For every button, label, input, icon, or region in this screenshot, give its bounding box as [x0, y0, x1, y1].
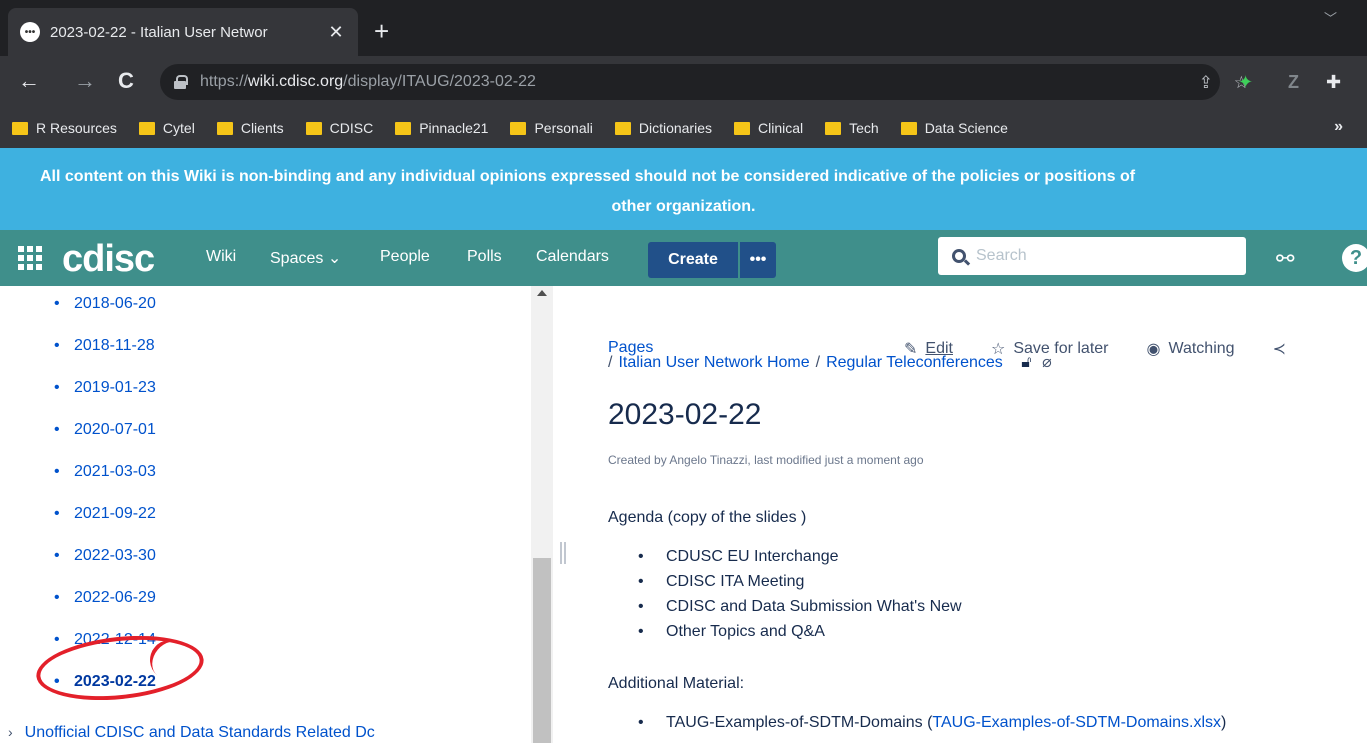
bookmark-personali[interactable]: Personali: [510, 120, 593, 136]
scroll-up-arrow-icon[interactable]: [537, 290, 547, 296]
page-tree-item[interactable]: 2021-09-22: [54, 504, 156, 546]
share-button[interactable]: ≺: [1273, 339, 1294, 359]
share-icon: ≺: [1272, 341, 1286, 358]
page-byline: Created by Angelo Tinazzi, last modified…: [608, 453, 924, 467]
folder-icon: [900, 121, 917, 135]
bookmark-r-resources[interactable]: R Resources: [12, 120, 117, 136]
folder-icon: [614, 121, 631, 135]
agenda-list: CDUSC EU Interchange CDISC ITA Meeting C…: [638, 548, 962, 648]
close-tab-icon[interactable]: ✕: [326, 22, 346, 43]
nav-spaces[interactable]: Spaces ⌄: [270, 248, 341, 268]
url-prefix: https://: [200, 73, 249, 90]
page-tree-item[interactable]: 2018-11-28: [54, 336, 156, 378]
sidebar-scrollbar[interactable]: [531, 286, 553, 743]
bookmark-dictionaries[interactable]: Dictionaries: [614, 120, 712, 136]
list-item: CDISC ITA Meeting: [638, 573, 962, 598]
bookmark-data-science[interactable]: Data Science: [900, 120, 1008, 136]
breadcrumb-regular-teleconferences[interactable]: Regular Teleconferences: [826, 354, 1003, 371]
lock-icon[interactable]: [174, 75, 188, 89]
bookmark-cdisc[interactable]: CDISC: [305, 120, 373, 136]
back-icon[interactable]: ←: [18, 70, 40, 92]
browser-chrome: ••• 2023-02-22 - Italian User Networ ✕ +…: [0, 0, 1367, 148]
banner-line-2: other organization.: [611, 198, 756, 215]
page-title: 2023-02-22: [608, 398, 762, 431]
search-placeholder: Search: [976, 247, 1027, 264]
browser-toolbar: ← → C https://wiki.cdisc.org/display/ITA…: [0, 56, 1367, 108]
folder-icon: [216, 121, 233, 135]
list-item: Other Topics and Q&A: [638, 623, 962, 648]
page-tree-item[interactable]: 2022-06-29: [54, 588, 156, 630]
scrollbar-thumb[interactable]: [533, 558, 551, 743]
announcement-banner: All content on this Wiki is non-binding …: [0, 148, 1367, 230]
nav-people[interactable]: People: [380, 248, 430, 266]
tab-search-icon[interactable]: ﹀: [1324, 8, 1337, 27]
page-tree-collapsed-item[interactable]: › Unofficial CDISC and Data Standards Rel…: [8, 724, 375, 742]
xlsx-attachment-link[interactable]: TAUG-Examples-of-SDTM-Domains.xlsx: [932, 714, 1221, 731]
evernote-extension-icon[interactable]: ✦: [1238, 72, 1253, 93]
page-content: Pages ✎ Edit ☆ Save for later ◉ Watching ≺ …: [608, 286, 1367, 743]
folder-icon: [733, 121, 750, 135]
unlock-icon[interactable]: 🔓︎: [1021, 354, 1031, 371]
binoculars-icon[interactable]: ⚯: [1276, 246, 1294, 272]
folder-icon: [510, 121, 527, 135]
folder-icon: [305, 121, 322, 135]
z-extension-icon[interactable]: Z: [1288, 72, 1299, 93]
help-icon[interactable]: ?: [1342, 244, 1367, 272]
list-item: CDISC and Data Submission What's New: [638, 598, 962, 623]
material-list: TAUG-Examples-of-SDTM-Domains (TAUG-Exam…: [638, 714, 1226, 739]
agenda-heading: Agenda (copy of the slides ): [608, 509, 807, 526]
nav-polls[interactable]: Polls: [467, 248, 502, 266]
bookmark-clients[interactable]: Clients: [216, 120, 284, 136]
create-button[interactable]: Create: [648, 242, 738, 278]
bookmark-clinical[interactable]: Clinical: [733, 120, 803, 136]
new-tab-button[interactable]: +: [374, 18, 389, 44]
reload-icon[interactable]: C: [118, 70, 134, 92]
breadcrumb-italian-user-network-home[interactable]: Italian User Network Home: [618, 354, 809, 371]
list-item: CDUSC EU Interchange: [638, 548, 962, 573]
breadcrumb: / Italian User Network Home / Regular Telec…: [608, 354, 1052, 371]
nav-calendars[interactable]: Calendars: [536, 248, 609, 266]
watching-button[interactable]: ◉ Watching: [1146, 339, 1234, 359]
nav-wiki[interactable]: Wiki: [206, 248, 236, 266]
create-more-button[interactable]: •••: [740, 242, 776, 278]
folder-icon: [825, 121, 842, 135]
folder-icon: [395, 121, 412, 135]
folder-icon: [12, 121, 28, 135]
search-input[interactable]: Search: [938, 237, 1246, 275]
browser-tab[interactable]: ••• 2023-02-22 - Italian User Networ ✕: [8, 8, 358, 56]
chevron-right-icon[interactable]: ›: [8, 724, 13, 740]
banner-line-1: All content on this Wiki is non-binding …: [40, 168, 1136, 185]
favicon-icon: •••: [20, 22, 40, 42]
search-icon: [952, 249, 966, 263]
forward-icon[interactable]: →: [74, 70, 96, 92]
bookmark-pinnacle21[interactable]: Pinnacle21: [395, 120, 488, 136]
app-header: cdisc Wiki Spaces ⌄ People Polls Calenda…: [0, 230, 1367, 286]
url-path: /display/ITAUG/2023-02-22: [343, 73, 536, 90]
bookmark-cytel[interactable]: Cytel: [138, 120, 195, 136]
share-icon[interactable]: ⇪: [1199, 73, 1213, 93]
extensions-puzzle-icon[interactable]: ✚: [1326, 72, 1341, 93]
attachment-icon[interactable]: ⌀: [1042, 354, 1052, 371]
bookmark-tech[interactable]: Tech: [825, 120, 879, 136]
bookmarks-bar: R Resources Cytel Clients CDISC Pinnacle…: [0, 108, 1367, 148]
app-switcher-icon[interactable]: [18, 246, 42, 270]
list-item: TAUG-Examples-of-SDTM-Domains (TAUG-Exam…: [638, 714, 1226, 739]
url-host: wiki.cdisc.org: [248, 73, 344, 90]
additional-material-heading: Additional Material:: [608, 675, 745, 692]
address-bar[interactable]: https://wiki.cdisc.org/display/ITAUG/202…: [160, 64, 1220, 100]
tab-title: 2023-02-22 - Italian User Networ: [50, 23, 268, 41]
page-tree-item[interactable]: 2019-01-23: [54, 378, 156, 420]
sidebar-resize-handle[interactable]: [560, 542, 566, 564]
tab-strip: ••• 2023-02-22 - Italian User Networ ✕ +…: [0, 0, 1367, 62]
eye-icon: ◉: [1146, 341, 1161, 358]
page-tree-item[interactable]: 2021-03-03: [54, 462, 156, 504]
folder-icon: [138, 121, 155, 135]
page-tree-item[interactable]: 2022-03-30: [54, 546, 156, 588]
cdisc-logo[interactable]: cdisc: [62, 238, 155, 281]
page-tree-item[interactable]: 2020-07-01: [54, 420, 156, 462]
bookmarks-overflow-button[interactable]: »: [1334, 118, 1343, 136]
page-tree-item[interactable]: 2018-06-20: [54, 294, 156, 336]
